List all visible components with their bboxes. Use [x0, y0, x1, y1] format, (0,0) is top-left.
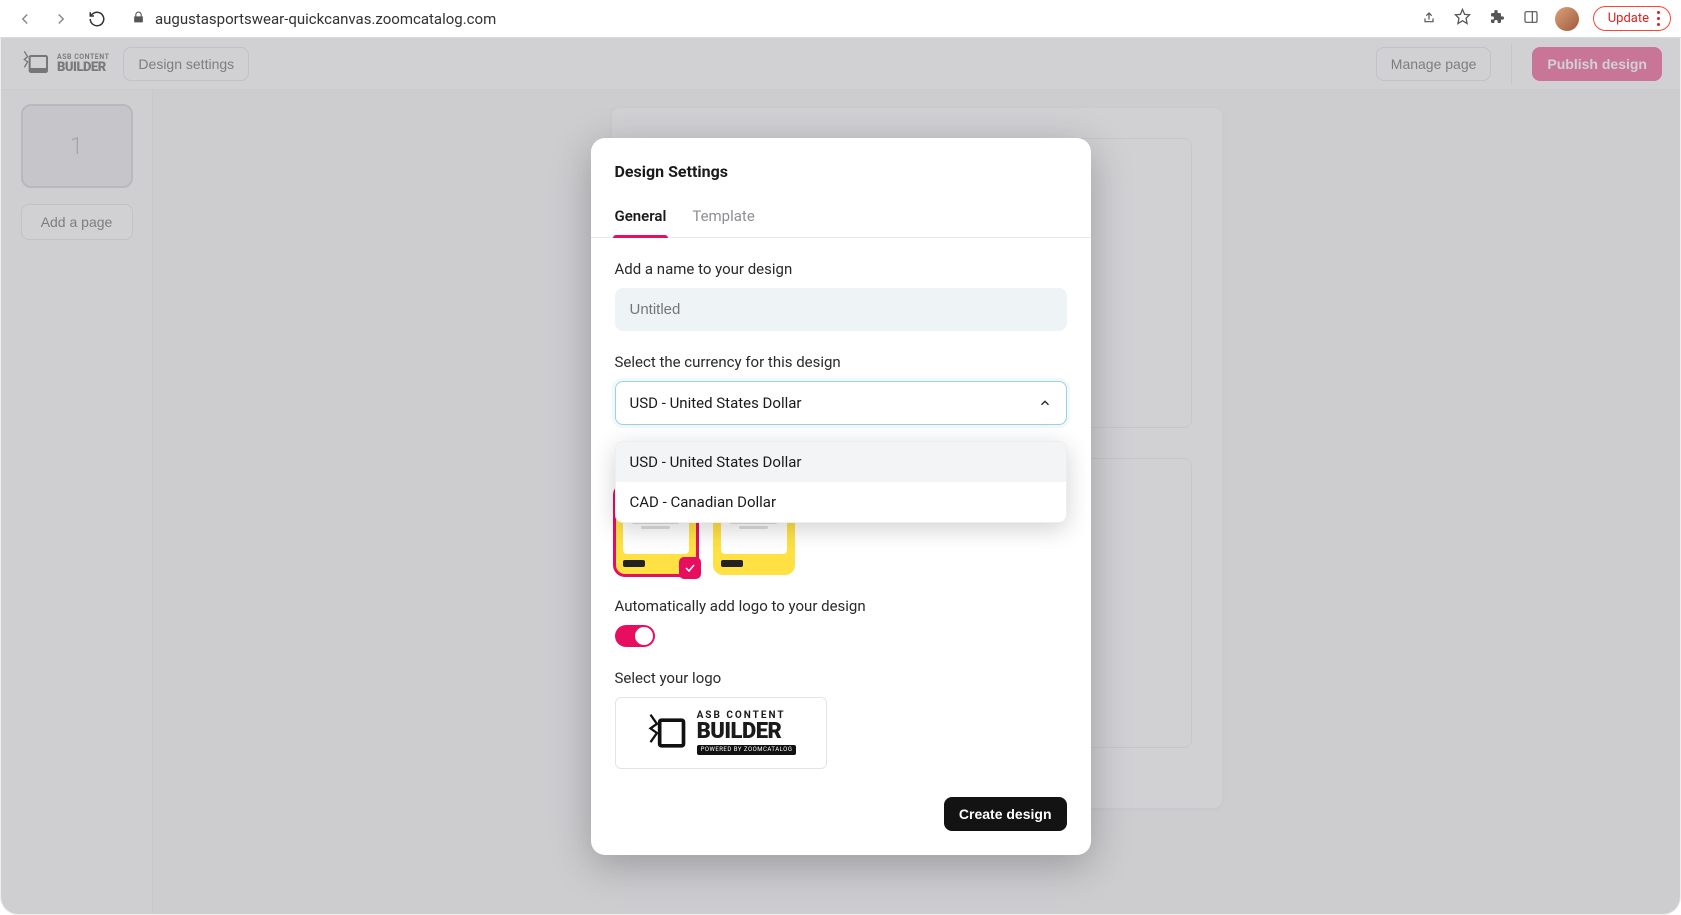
chevron-up-icon [1038, 396, 1052, 410]
builder-logo-icon [645, 709, 689, 757]
kebab-icon [1657, 11, 1660, 26]
currency-selected-value: USD - United States Dollar [630, 394, 802, 412]
update-label: Update [1608, 11, 1649, 26]
auto-logo-toggle[interactable] [615, 625, 655, 647]
tab-template[interactable]: Template [692, 199, 754, 237]
design-name-label: Add a name to your design [615, 260, 1067, 278]
design-settings-modal: Design Settings General Template Add a n… [591, 138, 1091, 855]
logo-preview-text-bottom: POWERED BY ZOOMCATALOG [697, 745, 797, 755]
panel-icon[interactable] [1521, 9, 1541, 29]
app-frame: ASB CONTENT BUILDER Design settings Mana… [0, 38, 1681, 915]
currency-dropdown: USD - United States Dollar CAD - Canadia… [615, 441, 1067, 523]
profile-avatar[interactable] [1555, 7, 1579, 31]
share-icon[interactable] [1419, 9, 1439, 29]
tab-general[interactable]: General [615, 199, 667, 237]
currency-option-cad[interactable]: CAD - Canadian Dollar [616, 482, 1066, 522]
select-logo-label: Select your logo [615, 669, 1067, 687]
address-bar-url[interactable]: augustasportswear-quickcanvas.zoomcatalo… [155, 10, 496, 28]
logo-preview[interactable]: ASB CONTENT BUILDER POWERED BY ZOOMCATAL… [615, 697, 827, 769]
auto-logo-label: Automatically add logo to your design [615, 597, 1067, 615]
extensions-icon[interactable] [1487, 9, 1507, 29]
nav-forward-button[interactable] [46, 4, 76, 34]
currency-select[interactable]: USD - United States Dollar [615, 381, 1067, 425]
modal-title: Design Settings [615, 162, 1067, 181]
currency-option-usd[interactable]: USD - United States Dollar [616, 442, 1066, 482]
nav-back-button[interactable] [10, 4, 40, 34]
create-design-button[interactable]: Create design [944, 797, 1067, 831]
currency-label: Select the currency for this design [615, 353, 1067, 371]
browser-chrome: augustasportswear-quickcanvas.zoomcatalo… [0, 0, 1681, 38]
logo-preview-text-mid: BUILDER [697, 721, 782, 743]
modal-tabs: General Template [591, 199, 1091, 238]
browser-update-button[interactable]: Update [1593, 6, 1671, 31]
nav-reload-button[interactable] [82, 4, 112, 34]
design-name-input[interactable] [615, 288, 1067, 331]
lock-icon [132, 11, 145, 27]
selected-check-icon [679, 557, 701, 579]
bookmark-star-icon[interactable] [1453, 8, 1473, 29]
